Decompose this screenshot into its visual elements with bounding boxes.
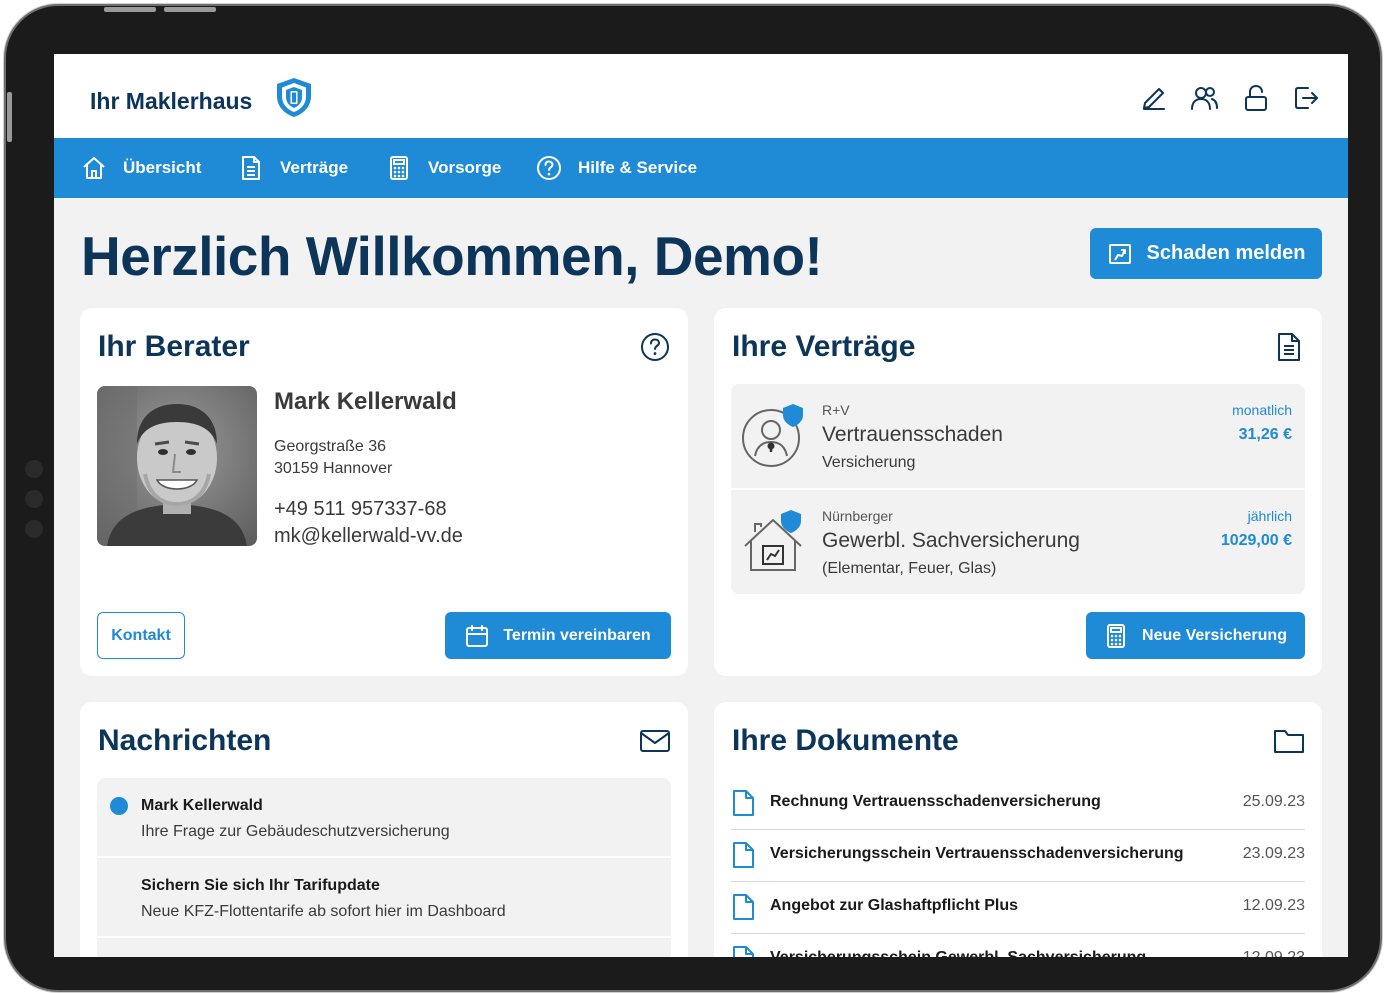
advisor-title: Ihr Berater [98, 330, 250, 363]
contract-subtitle: Versicherung [822, 454, 916, 471]
nav-label: Verträge [280, 158, 349, 177]
nav-item-hilfe[interactable]: Hilfe & Service [536, 138, 697, 198]
trust-insurance-icon [742, 404, 803, 467]
document-name: Versicherungsschein Vertrauensschadenver… [770, 845, 1184, 862]
messages-card: Nachrichten Mark Kellerwald Ihre Frage z… [80, 702, 688, 957]
document-icon [242, 156, 260, 180]
help-icon [537, 156, 561, 180]
appointment-button[interactable]: Termin vereinbaren [445, 612, 671, 659]
contract-item[interactable]: Nürnberger Gewerbl. Sachversicherung (El… [731, 490, 1305, 594]
nav-item-vertraege[interactable]: Verträge [238, 138, 348, 198]
new-insurance-label: Neue Versicherung [1142, 626, 1287, 644]
calculator-icon [1107, 623, 1126, 648]
folder-icon[interactable] [1274, 726, 1304, 756]
hardware-button [164, 7, 216, 12]
contract-period: jährlich [1247, 508, 1292, 524]
advisor-contact: +49 511 957337-68 mk@kellerwald-vv.de [274, 496, 463, 550]
nav-item-uebersicht[interactable]: Übersicht [81, 138, 201, 198]
contract-price: 1029,00 € [1220, 532, 1292, 549]
contract-name: Gewerbl. Sachversicherung [822, 529, 1080, 552]
edit-icon[interactable] [1140, 84, 1168, 112]
document-date: 23.09.23 [1242, 845, 1305, 862]
main-nav: Übersicht Verträge Vorsorge Hilfe & Serv… [54, 138, 1348, 198]
camera-dot [25, 460, 43, 478]
contracts-title: Ihre Verträge [732, 330, 916, 363]
contract-insurer: Nürnberger [822, 508, 893, 524]
contract-name: Vertrauensschaden [822, 423, 1003, 446]
advisor-photo [97, 386, 257, 546]
app-screen: Ihr Maklerhaus Übersicht Verträge Vorsor… [54, 54, 1348, 957]
document-name: Rechnung Vertrauensschadenversicherung [770, 793, 1101, 810]
contract-insurer: R+V [822, 402, 850, 418]
camera-dot [25, 490, 43, 508]
advisor-street: Georgstraße 36 [274, 438, 387, 455]
advisor-email[interactable]: mk@kellerwald-vv.de [274, 523, 463, 550]
nav-item-vorsorge[interactable]: Vorsorge [386, 138, 501, 198]
contract-item[interactable]: R+V Vertrauensschaden Versicherung monat… [731, 384, 1305, 488]
camera-dot [25, 520, 43, 538]
file-icon [733, 842, 754, 868]
app-header: Ihr Maklerhaus [54, 54, 1348, 138]
message-item[interactable]: Sichern Sie sich Ihr Tarifupdate Neue KF… [97, 858, 671, 936]
advisor-phone[interactable]: +49 511 957337-68 [274, 496, 463, 523]
document-row[interactable]: Angebot zur Glashaftpflicht Plus 12.09.2… [731, 882, 1305, 934]
mail-icon[interactable] [640, 726, 670, 756]
report-damage-label: Schaden melden [1146, 242, 1306, 264]
nav-label: Übersicht [123, 158, 202, 177]
nav-label: Vorsorge [428, 158, 502, 177]
property-insurance-icon [744, 510, 802, 571]
document-row[interactable]: Versicherungsschein Gewerbl. Sachversich… [731, 934, 1305, 957]
documents-title: Ihre Dokumente [732, 724, 959, 757]
document-date: 25.09.23 [1242, 793, 1305, 810]
new-insurance-button[interactable]: Neue Versicherung [1086, 612, 1305, 659]
message-preview: Neue KFZ-Flottentarife ab sofort hier im… [141, 903, 506, 920]
calculator-icon [390, 156, 408, 180]
unlock-icon[interactable] [1242, 84, 1270, 112]
tablet-frame: Ihr Maklerhaus Übersicht Verträge Vorsor… [6, 6, 1380, 990]
page-title: Herzlich Willkommen, Demo! [81, 225, 823, 287]
message-sender: Sichern Sie sich Ihr Tarifupdate [141, 877, 380, 894]
message-item[interactable] [97, 938, 671, 957]
document-icon[interactable] [1274, 332, 1304, 362]
contract-subtitle: (Elementar, Feuer, Glas) [822, 560, 997, 577]
appointment-label: Termin vereinbaren [503, 626, 651, 644]
document-date: 12.09.23 [1243, 949, 1305, 957]
advisor-address: Georgstraße 36 30159 Hannover [274, 436, 392, 480]
advisor-city: 30159 Hannover [274, 460, 393, 477]
unread-indicator [110, 797, 128, 815]
message-preview: Ihre Frage zur Gebäudeschutzversicherung [141, 823, 450, 840]
report-damage-button[interactable]: Schaden melden [1090, 228, 1322, 279]
brand-name: Ihr Maklerhaus [90, 88, 253, 114]
file-icon [733, 894, 754, 920]
advisor-card: Ihr Berater Mark Kellerwald Georgstraße … [80, 308, 688, 676]
messages-title: Nachrichten [98, 724, 272, 757]
file-icon [733, 790, 754, 816]
contracts-card: Ihre Verträge R+V Vertrauensschaden Vers… [714, 308, 1322, 676]
document-date: 12.09.23 [1242, 897, 1305, 914]
contract-period: monatlich [1232, 402, 1292, 418]
document-row[interactable]: Versicherungsschein Vertrauensschadenver… [731, 830, 1305, 882]
document-row[interactable]: Rechnung Vertrauensschadenversicherung 2… [731, 778, 1305, 830]
documents-card: Ihre Dokumente Rechnung Vertrauensschade… [714, 702, 1322, 957]
shield-logo-icon [277, 78, 311, 117]
document-name: Angebot zur Glashaftpflicht Plus [770, 897, 1019, 914]
message-sender: Mark Kellerwald [141, 797, 263, 814]
advisor-name: Mark Kellerwald [274, 388, 457, 415]
contract-price: 31,26 € [1238, 426, 1292, 443]
file-icon [733, 946, 754, 957]
hardware-button [104, 7, 156, 12]
message-item[interactable]: Mark Kellerwald Ihre Frage zur Gebäudesc… [97, 778, 671, 856]
hardware-button [7, 92, 12, 142]
contact-button[interactable]: Kontakt [97, 612, 185, 659]
logout-icon[interactable] [1292, 84, 1320, 112]
calendar-icon [466, 624, 489, 647]
home-icon [83, 157, 105, 179]
damage-report-icon [1108, 243, 1131, 264]
document-name: Versicherungsschein Gewerbl. Sachversich… [770, 949, 1146, 957]
help-icon[interactable] [640, 332, 670, 362]
nav-label: Hilfe & Service [578, 158, 698, 177]
users-icon[interactable] [1190, 84, 1218, 112]
